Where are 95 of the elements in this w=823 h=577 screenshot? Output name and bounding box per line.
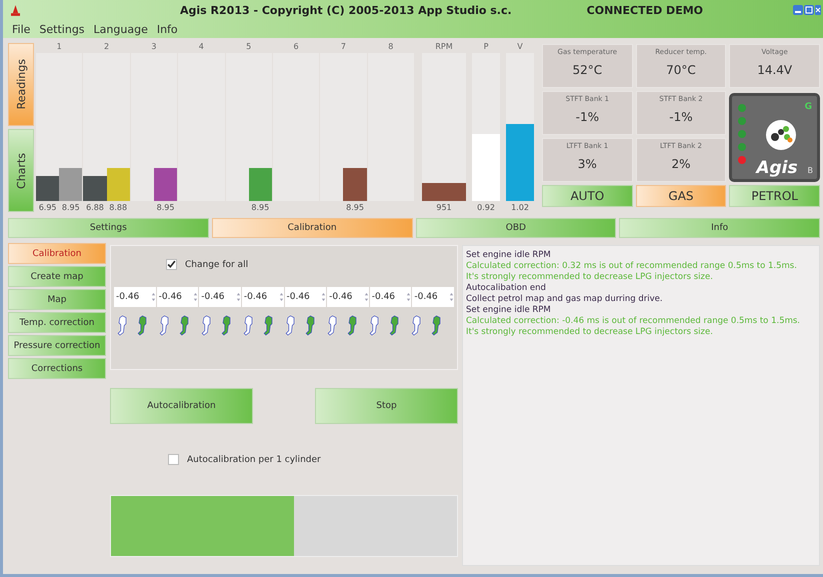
injector-icon xyxy=(347,315,358,336)
injection-time: 8.95 xyxy=(156,202,176,214)
window-title: Agis R2013 - Copyright (C) 2005-2013 App Studio s.c. xyxy=(180,4,512,16)
minimize-icon[interactable] xyxy=(793,5,803,15)
injector-icon xyxy=(117,315,128,336)
menu-item[interactable]: Language xyxy=(94,22,148,36)
tab[interactable]: Settings xyxy=(8,218,209,238)
reading-value: -1% xyxy=(669,110,693,124)
mode-button[interactable]: AUTO xyxy=(542,185,633,207)
checkbox-label: Change for all xyxy=(185,260,248,270)
menu-item[interactable]: Info xyxy=(156,22,178,36)
action-button[interactable]: Stop xyxy=(315,388,458,424)
gauge-label: V xyxy=(516,41,524,53)
injection-time: 6.95 xyxy=(38,202,58,214)
injector-icon xyxy=(159,315,170,336)
log-line: Set engine idle RPM xyxy=(466,305,551,316)
log-line: It's strongly recommended to decrease LPG injectors size. xyxy=(466,272,713,283)
mode-button[interactable]: GAS xyxy=(636,185,726,207)
correction-field[interactable]: -0.46 xyxy=(156,287,198,307)
menu-item[interactable]: Settings xyxy=(39,22,85,36)
checkbox[interactable] xyxy=(168,454,179,465)
action-button[interactable]: Autocalibration xyxy=(110,388,253,424)
correction-field[interactable]: -0.46 xyxy=(327,287,369,307)
injector-icon xyxy=(411,315,422,336)
cylinder-label: 1 xyxy=(56,41,63,53)
correction-field[interactable]: -0.46 xyxy=(284,287,326,307)
reading-value: 14.4V xyxy=(757,63,792,77)
injector-icon xyxy=(137,315,148,336)
injector-icon xyxy=(179,315,190,336)
checkbox-label: Autocalibration per 1 cylinder xyxy=(187,454,321,464)
cylinder-label: 5 xyxy=(245,41,252,53)
log-line: Calculated correction: 0.32 ms is out of recommended range 0.5ms to 1.5ms. xyxy=(466,261,797,272)
correction-field[interactable]: -0.46 xyxy=(114,287,156,307)
submenu-item[interactable]: Create map xyxy=(8,266,106,287)
menu-item[interactable]: File xyxy=(12,22,30,36)
logo-icon xyxy=(766,120,796,150)
cylinder-label: 4 xyxy=(198,41,205,53)
log-line: Set engine idle RPM xyxy=(466,250,551,261)
close-icon[interactable] xyxy=(815,5,821,15)
injector-icon xyxy=(263,315,274,336)
injector-icon xyxy=(285,315,296,336)
gauge-reading: 951 xyxy=(435,202,453,214)
cylinder-label: 8 xyxy=(387,41,394,53)
cylinder-label: 3 xyxy=(150,41,158,53)
gauge-reading: 1.02 xyxy=(510,202,530,214)
submenu-item[interactable]: Calibration xyxy=(8,243,106,264)
injector-icon xyxy=(221,315,232,336)
log-line: It's strongly recommended to decrease LPG injectors size. xyxy=(466,327,713,338)
cylinder-label: 2 xyxy=(103,41,110,53)
tab[interactable]: OBD xyxy=(416,218,616,238)
correction-field[interactable]: -0.46 xyxy=(242,287,284,307)
injection-time: 8.88 xyxy=(108,202,128,214)
injector-icon xyxy=(243,315,254,336)
log-line: Calculated correction: -0.46 ms is out of recommended range 0.5ms to 1.5ms. xyxy=(466,316,800,327)
gauge-label: P xyxy=(482,41,490,53)
connection-status: CONNECTED DEMO xyxy=(586,4,703,16)
correction-field[interactable]: -0.46 xyxy=(412,287,454,307)
reading-value: 2% xyxy=(671,157,691,171)
cylinder-label: 7 xyxy=(340,41,347,53)
checkbox[interactable] xyxy=(166,259,177,270)
reading-value: 52°C xyxy=(572,63,602,77)
reading-value: 3% xyxy=(578,157,597,171)
correction-field[interactable]: -0.46 xyxy=(199,287,241,307)
side-tab[interactable]: Readings xyxy=(8,43,34,126)
model-letter: B xyxy=(807,166,813,175)
tab[interactable]: Info xyxy=(619,218,820,238)
submenu-item[interactable]: Corrections xyxy=(8,358,106,379)
injection-time: 8.95 xyxy=(60,202,81,214)
mode-button[interactable]: PETROL xyxy=(729,185,820,207)
app-icon xyxy=(11,4,20,16)
injection-time: 8.95 xyxy=(345,202,365,214)
injector-icon xyxy=(201,315,212,336)
correction-field[interactable]: -0.46 xyxy=(370,287,412,307)
injection-time: 8.95 xyxy=(250,202,270,214)
reading-value: 70°C xyxy=(666,63,696,77)
submenu-item[interactable]: Temp. correction xyxy=(8,312,106,333)
reading-value: -1% xyxy=(576,110,600,124)
side-tab[interactable]: Charts xyxy=(8,129,34,212)
log-line: Autocalibation end xyxy=(466,283,546,294)
submenu-item[interactable]: Map xyxy=(8,289,106,310)
tab[interactable]: Calibration xyxy=(212,218,412,238)
injector-icon xyxy=(327,315,338,336)
injector-icon xyxy=(305,315,316,336)
gauge-label: RPM xyxy=(434,41,454,53)
cylinder-label: 6 xyxy=(292,41,300,53)
injector-icon xyxy=(431,315,442,336)
brand-logo: Agis xyxy=(756,158,798,178)
submenu-item[interactable]: Pressure correction xyxy=(8,335,106,356)
injector-icon xyxy=(389,315,400,336)
injection-time: 6.88 xyxy=(85,202,105,214)
gauge-reading: 0.92 xyxy=(476,202,496,214)
injector-icon xyxy=(369,315,380,336)
maximize-icon[interactable] xyxy=(804,5,814,15)
log-line: Collect petrol map and gas map durring drive. xyxy=(466,294,663,305)
mode-letter: G xyxy=(804,102,812,112)
